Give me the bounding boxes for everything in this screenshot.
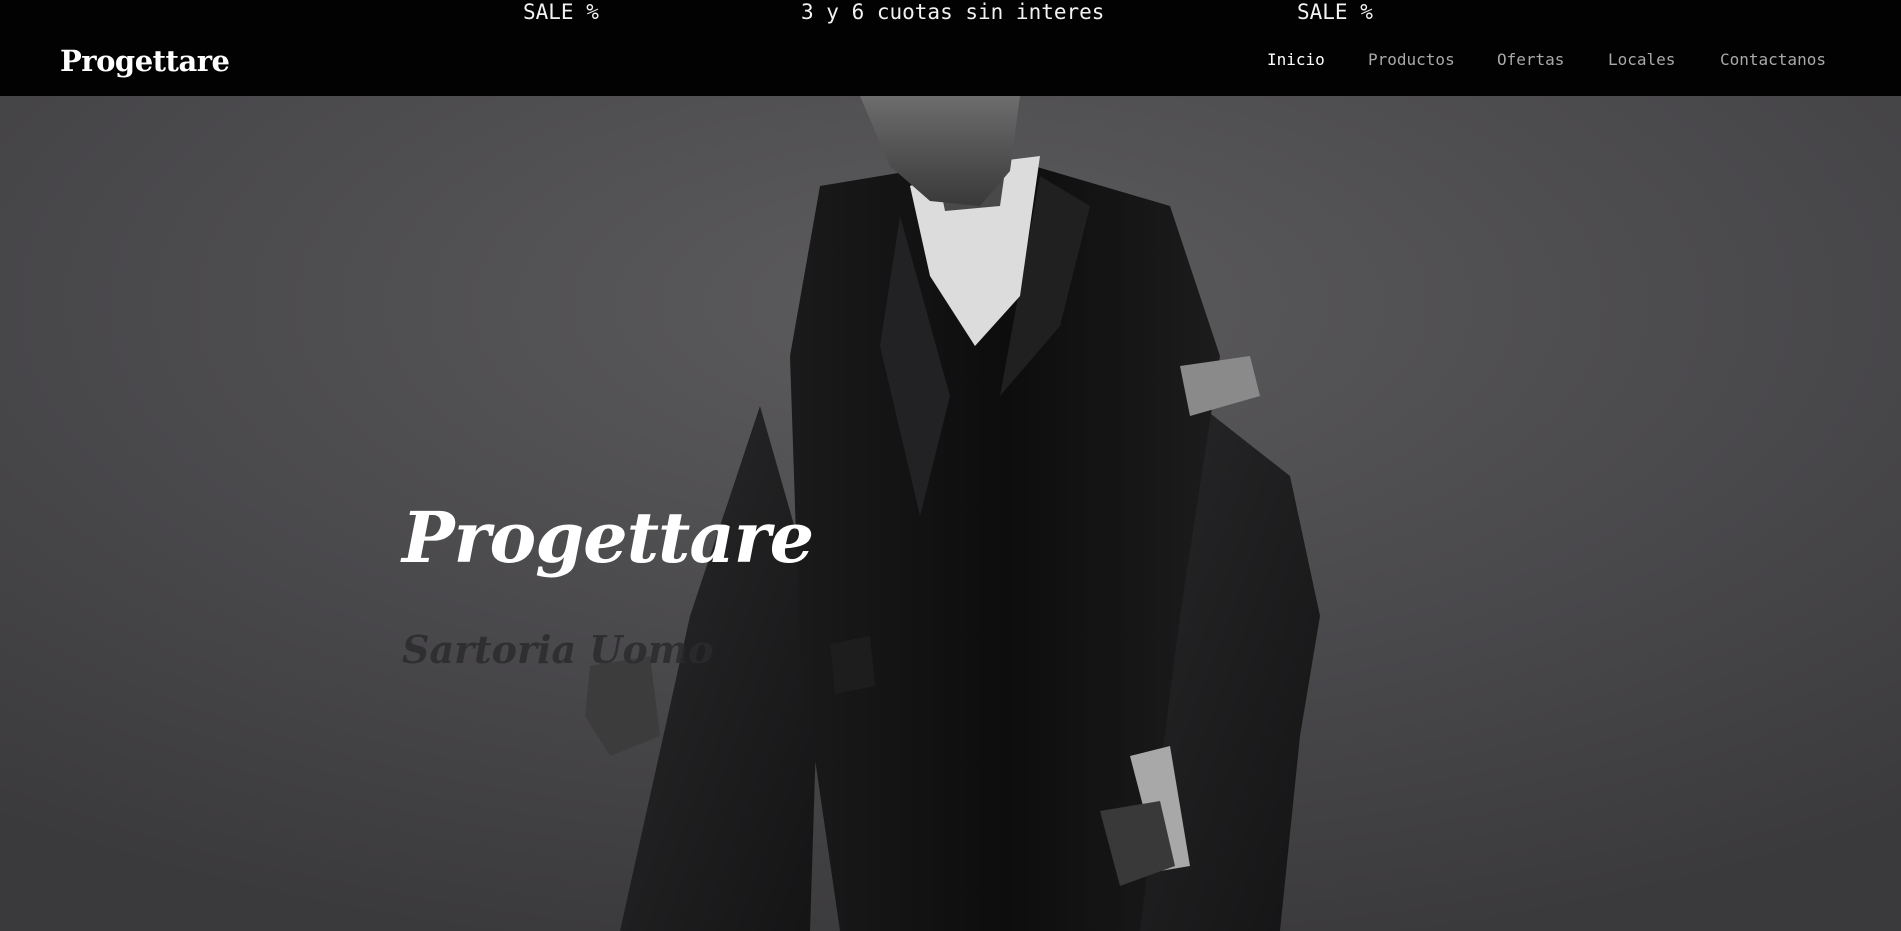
- announcement-item: SALE %: [1297, 0, 1373, 24]
- hero-banner: Progettare Sartoria Uomo: [0, 96, 1901, 931]
- nav-item-contactanos[interactable]: Contactanos: [1720, 48, 1826, 72]
- main-nav: Inicio Productos Ofertas Locales Contact…: [0, 48, 1901, 72]
- nav-item-inicio[interactable]: Inicio: [1267, 48, 1325, 72]
- hero-title: Progettare: [402, 496, 814, 579]
- site-header: SALE % 3 y 6 cuotas sin interes SALE % P…: [0, 0, 1901, 96]
- hero-subtitle: Sartoria Uomo: [402, 627, 714, 672]
- nav-item-ofertas[interactable]: Ofertas: [1497, 48, 1564, 72]
- announcement-bar: SALE % 3 y 6 cuotas sin interes SALE %: [0, 0, 1901, 26]
- hero-model-image: [0, 96, 1901, 931]
- nav-item-locales[interactable]: Locales: [1608, 48, 1675, 72]
- announcement-item: SALE %: [523, 0, 599, 24]
- announcement-item: 3 y 6 cuotas sin interes: [801, 0, 1105, 24]
- nav-item-productos[interactable]: Productos: [1368, 48, 1455, 72]
